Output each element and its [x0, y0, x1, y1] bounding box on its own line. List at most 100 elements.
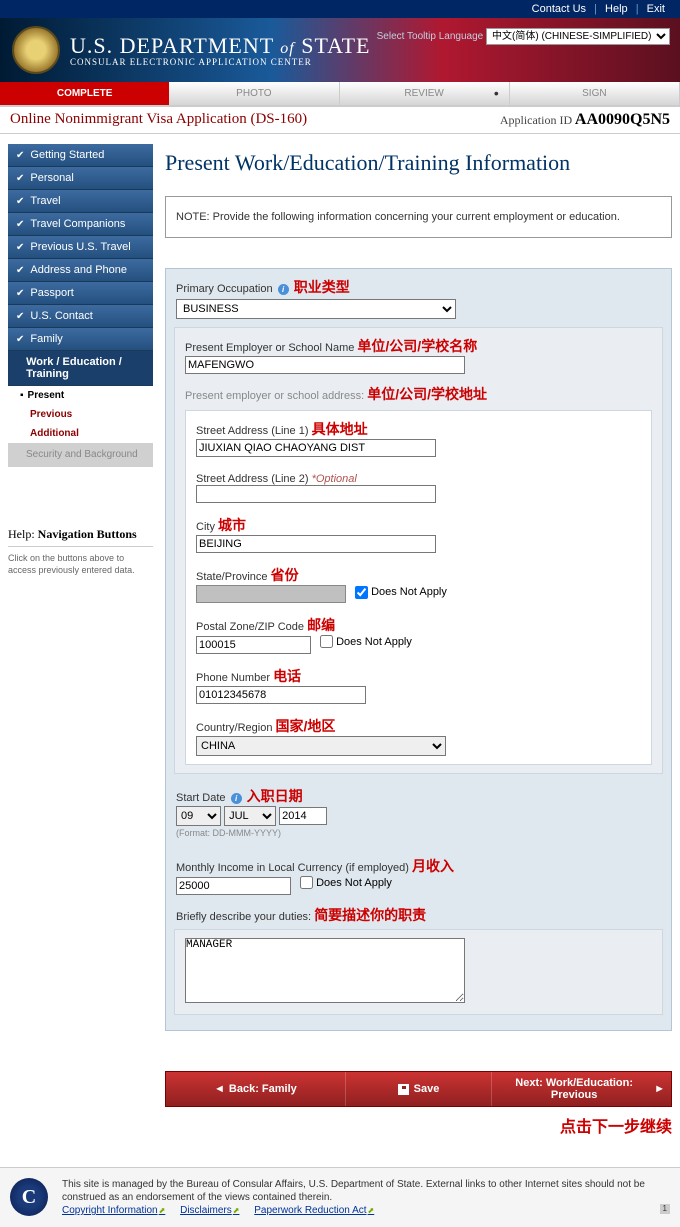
duties-textarea[interactable]: MANAGER: [185, 938, 465, 1003]
back-button[interactable]: ◄Back: Family: [166, 1072, 346, 1106]
check-icon: ✔: [16, 150, 24, 161]
disclaimers-link[interactable]: Disclaimers⬈: [180, 1205, 239, 1216]
street1-input[interactable]: [196, 439, 436, 457]
state-dna-checkbox[interactable]: [355, 586, 368, 599]
street2-label: Street Address (Line 2): [196, 473, 309, 485]
sidebar-sub-previous[interactable]: Previous: [8, 405, 153, 424]
tab-review[interactable]: REVIEW: [340, 82, 510, 105]
help-link[interactable]: Help: [605, 3, 628, 15]
copyright-link[interactable]: Copyright Information⬈: [62, 1205, 165, 1216]
application-id-label: Application ID: [500, 113, 572, 127]
sidebar-item-personal[interactable]: ✔Personal: [8, 167, 153, 190]
start-day-select[interactable]: 09: [176, 806, 221, 826]
start-year-input[interactable]: [279, 807, 327, 825]
annotation-street1: 具体地址: [312, 421, 368, 437]
annotation-country: 国家/地区: [276, 718, 336, 734]
sidebar-sub-security: Security and Background: [8, 443, 153, 467]
annotation-primary-occupation: 职业类型: [294, 279, 350, 295]
page-number: 1: [660, 1204, 670, 1214]
check-icon: ✔: [16, 242, 24, 253]
country-select[interactable]: CHINA: [196, 736, 446, 756]
annotation-city: 城市: [218, 517, 246, 533]
sidebar-item-previous-us-travel[interactable]: ✔Previous U.S. Travel: [8, 236, 153, 259]
paperwork-link[interactable]: Paperwork Reduction Act⬈: [254, 1205, 374, 1216]
income-dna-checkbox[interactable]: [300, 876, 313, 889]
employer-address-label: Present employer or school address:: [185, 390, 364, 402]
help-box: Help: Navigation Buttons Click on the bu…: [8, 527, 153, 576]
exit-link[interactable]: Exit: [647, 3, 665, 15]
postal-label: Postal Zone/ZIP Code: [196, 621, 304, 633]
top-links: Contact Us | Help | Exit: [0, 0, 680, 18]
start-date-label: Start Date: [176, 792, 226, 804]
employer-input[interactable]: [185, 356, 465, 374]
sidebar-sub-present[interactable]: Present: [8, 386, 153, 405]
sidebar-item-address-phone[interactable]: ✔Address and Phone: [8, 259, 153, 282]
sidebar-nav: ✔Getting Started ✔Personal ✔Travel ✔Trav…: [8, 144, 153, 576]
progress-tabs: COMPLETE PHOTO REVIEW SIGN: [0, 82, 680, 107]
tab-photo[interactable]: PHOTO: [169, 82, 339, 105]
department-title: U.S. DEPARTMENT of STATE: [70, 33, 370, 59]
country-label: Country/Region: [196, 722, 272, 734]
duties-label: Briefly describe your duties:: [176, 911, 311, 923]
street2-input[interactable]: [196, 485, 436, 503]
check-icon: ✔: [16, 196, 24, 207]
check-icon: ✔: [16, 173, 24, 184]
sidebar-item-travel-companions[interactable]: ✔Travel Companions: [8, 213, 153, 236]
sidebar-sub-additional[interactable]: Additional: [8, 424, 153, 443]
annotation-income: 月收入: [412, 858, 454, 874]
check-icon: ✔: [16, 288, 24, 299]
footer-disclaimer: This site is managed by the Bureau of Co…: [62, 1179, 645, 1203]
annotation-postal: 邮编: [307, 617, 335, 633]
sidebar-item-travel[interactable]: ✔Travel: [8, 190, 153, 213]
note-box: NOTE: Provide the following information …: [165, 196, 672, 238]
external-icon: ⬈: [233, 1206, 240, 1215]
check-icon: ✔: [16, 219, 24, 230]
income-input[interactable]: [176, 877, 291, 895]
tooltip-language-select[interactable]: 中文(简体) (CHINESE-SIMPLIFIED): [486, 28, 670, 45]
save-button[interactable]: Save: [346, 1072, 492, 1106]
income-label: Monthly Income in Local Currency (if emp…: [176, 862, 409, 874]
page-heading: Present Work/Education/Training Informat…: [165, 150, 672, 176]
start-month-select[interactable]: JUL: [224, 806, 276, 826]
annotation-state: 省份: [271, 567, 299, 583]
state-seal-icon: [12, 26, 60, 74]
help-text: Click on the buttons above to access pre…: [8, 553, 153, 576]
annotation-start-date: 入职日期: [247, 788, 303, 804]
annotation-duties: 简要描述你的职责: [314, 907, 426, 923]
tooltip-language-label: Select Tooltip Language: [377, 31, 484, 42]
info-icon[interactable]: i: [278, 284, 289, 295]
city-input[interactable]: [196, 535, 436, 553]
nav-buttons: ◄Back: Family Save Next: Work/Education:…: [165, 1071, 672, 1107]
format-hint: (Format: DD-MMM-YYYY): [176, 828, 661, 838]
annotation-employer: 单位/公司/学校名称: [357, 338, 477, 354]
phone-input[interactable]: [196, 686, 366, 704]
save-icon: [398, 1084, 409, 1095]
street1-label: Street Address (Line 1): [196, 425, 309, 437]
annotation-employer-address: 单位/公司/学校地址: [367, 386, 487, 402]
info-icon[interactable]: i: [231, 793, 242, 804]
phone-label: Phone Number: [196, 672, 270, 684]
tab-sign[interactable]: SIGN: [510, 82, 680, 105]
sidebar-item-family[interactable]: ✔Family: [8, 328, 153, 351]
external-icon: ⬈: [368, 1206, 375, 1215]
primary-occupation-select[interactable]: BUSINESS: [176, 299, 456, 319]
postal-input[interactable]: [196, 636, 311, 654]
postal-dna-checkbox[interactable]: [320, 635, 333, 648]
sidebar-item-passport[interactable]: ✔Passport: [8, 282, 153, 305]
sidebar-item-us-contact[interactable]: ✔U.S. Contact: [8, 305, 153, 328]
city-label: City: [196, 521, 215, 533]
external-icon: ⬈: [159, 1206, 166, 1215]
footer: C This site is managed by the Bureau of …: [0, 1167, 680, 1227]
sidebar-item-getting-started[interactable]: ✔Getting Started: [8, 144, 153, 167]
sidebar-item-work-education[interactable]: Work / Education / Training: [8, 351, 153, 386]
tab-complete[interactable]: COMPLETE: [0, 82, 169, 105]
triangle-left-icon: ◄: [214, 1083, 225, 1095]
state-input: [196, 585, 346, 603]
site-header: U.S. DEPARTMENT of STATE CONSULAR ELECTR…: [0, 18, 680, 82]
check-icon: ✔: [16, 265, 24, 276]
next-button[interactable]: Next: Work/Education: Previous►: [492, 1072, 671, 1106]
primary-occupation-label: Primary Occupation: [176, 283, 273, 295]
check-icon: ✔: [16, 334, 24, 345]
application-id: AA0090Q5N5: [575, 111, 670, 128]
contact-link[interactable]: Contact Us: [532, 3, 586, 15]
